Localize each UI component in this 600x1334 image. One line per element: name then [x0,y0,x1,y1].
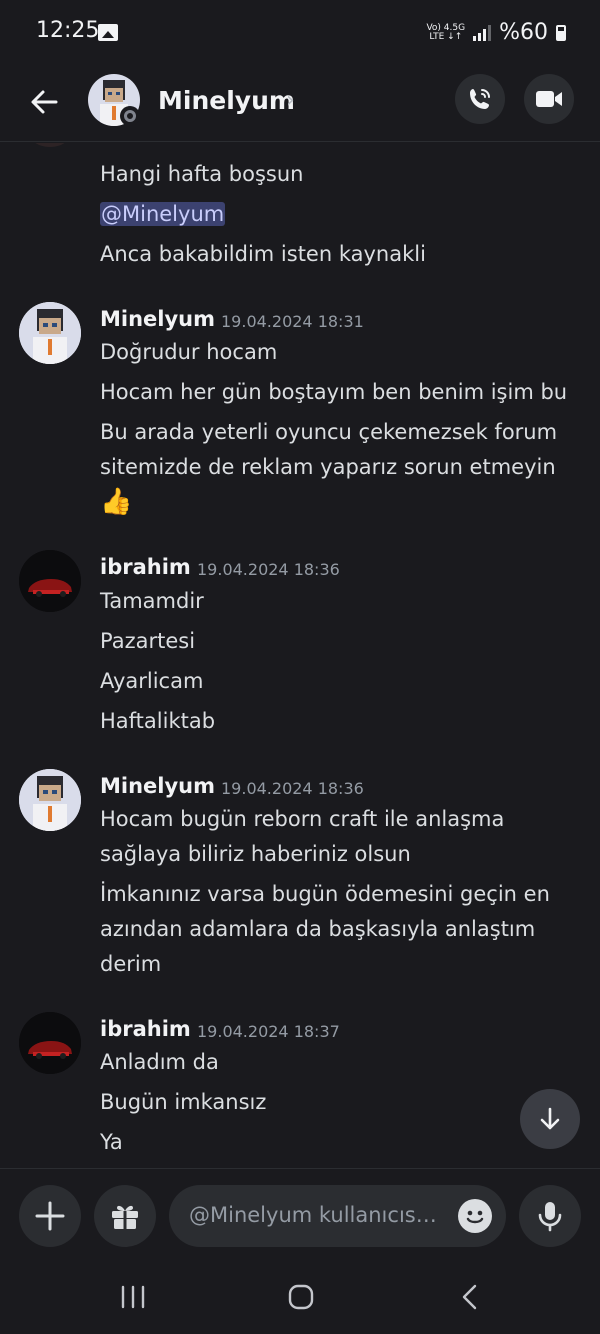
avatar[interactable] [19,550,81,612]
back-chevron-icon [462,1284,477,1310]
message-text: Hocam bugün reborn craft ile anlaşma [100,807,505,831]
user-mention[interactable]: @Minelyum [100,202,226,226]
phone-icon [470,89,490,109]
avatar[interactable] [19,769,81,831]
recent-apps-button[interactable] [113,1280,153,1314]
plus-icon [35,1201,65,1231]
message-text: Doğrudur hocam [100,340,278,364]
home-icon [288,1284,314,1310]
message-text: sitemizde de reklam yaparız sorun etmeyi… [100,455,556,479]
message-author[interactable]: ibrahim [100,555,191,579]
arrow-down-icon [540,1107,560,1130]
back-button[interactable] [450,1280,490,1314]
message-text: Pazartesi [100,629,196,653]
message-text: Anladım da [100,1050,219,1074]
recent-apps-icon [121,1285,145,1309]
system-navigation-bar [0,1262,600,1334]
message-text: derim [100,952,162,976]
message-author[interactable]: Minelyum [100,774,215,798]
call-button[interactable] [455,74,505,124]
chat-header: Minelyum › [0,66,600,142]
gift-icon [112,1205,138,1229]
message-text: azından adamlara da başkasıyla anlaştım [100,917,536,941]
back-arrow-icon[interactable] [26,84,62,120]
gallery-notification-icon [98,24,118,41]
message-text: Hangi hafta boşsun [100,162,304,186]
video-camera-icon [536,91,562,107]
message-author[interactable]: ibrahim [100,1017,191,1041]
offline-status-icon [120,106,140,126]
status-bar: 12:25 Vo) 4.5G LTE ↓↑ %60 [0,0,600,66]
message-text: Bugün imkansız [100,1090,267,1114]
message-input-placeholder: @Minelyum kullanıcısına mesaj gönder [189,1203,439,1227]
battery-icon [556,24,566,41]
video-call-button[interactable] [524,74,574,124]
message-list[interactable]: Hangi hafta boşsun @Minelyum Anca bakabi… [0,143,600,1167]
message-text: Tamamdir [100,589,204,613]
thumbs-up-emoji: 👍 [100,487,133,517]
message-text: Ayarlicam [100,669,204,693]
message-author[interactable]: Minelyum [100,307,215,331]
message-text: İmkanınız varsa bugün ödemesini geçin en [100,882,550,906]
channel-title[interactable]: Minelyum [158,86,295,115]
status-indicators: Vo) 4.5G LTE ↓↑ %60 [426,20,566,45]
message-timestamp: 19.04.2024 18:36 [221,779,364,798]
home-button[interactable] [281,1280,321,1314]
microphone-icon [538,1202,562,1232]
message-input[interactable]: @Minelyum kullanıcısına mesaj gönder [169,1185,506,1247]
message-timestamp: 19.04.2024 18:31 [221,312,364,331]
smiley-icon [459,1200,491,1232]
message-text: Haftaliktab [100,709,216,733]
chevron-right-icon[interactable]: › [286,88,295,113]
gift-button[interactable] [94,1185,156,1247]
network-type-bottom: LTE ↓↑ [429,31,463,42]
message-text: Bu arada yeterli oyuncu çekemezsek forum [100,420,558,444]
avatar [30,143,70,147]
avatar[interactable] [19,1012,81,1074]
add-attachment-button[interactable] [19,1185,81,1247]
message-text: Ya [100,1130,123,1154]
message-text: @Minelyum [100,197,226,232]
signal-icon [473,24,492,41]
status-time: 12:25 [36,18,100,43]
message-text: Anca bakabildim isten kaynakli [100,242,426,266]
voice-message-button[interactable] [519,1185,581,1247]
message-timestamp: 19.04.2024 18:36 [197,560,340,579]
message-text: sağlaya biliriz haberiniz olsun [100,842,411,866]
message-timestamp: 19.04.2024 18:37 [197,1022,340,1041]
battery-percent: %60 [499,20,548,45]
message-text: Hocam her gün boştayım ben benim işim bu [100,380,568,404]
message-composer: @Minelyum kullanıcısına mesaj gönder [0,1168,600,1262]
jump-to-latest-button[interactable] [520,1089,580,1149]
network-type-icon: Vo) 4.5G LTE ↓↑ [426,23,465,42]
avatar[interactable] [19,302,81,364]
emoji-picker-button[interactable] [458,1199,492,1233]
